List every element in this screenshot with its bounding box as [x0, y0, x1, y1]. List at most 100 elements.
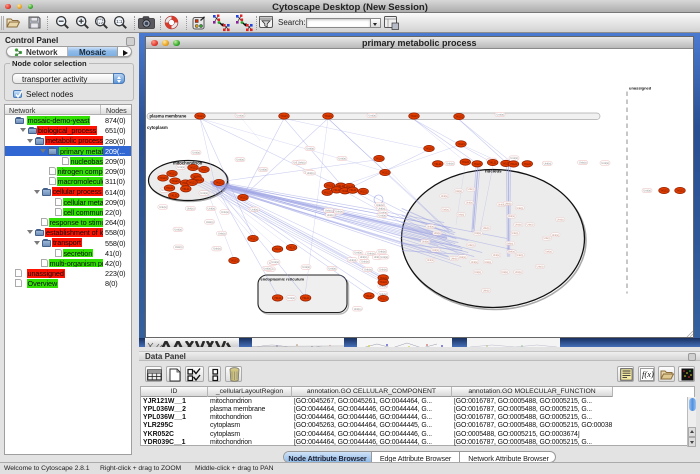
svg-text:YKL21: YKL21: [325, 115, 333, 118]
svg-text:Unk(s): Unk(s): [302, 265, 310, 269]
svg-text:Unk(s): Unk(s): [378, 206, 386, 210]
svg-text:YKL21: YKL21: [458, 142, 466, 145]
svg-text:Unk(s): Unk(s): [601, 161, 609, 165]
svg-text:Unk(s): Unk(s): [483, 228, 490, 230]
svg-text:YKL21: YKL21: [510, 163, 518, 166]
svg-text:Unk(s): Unk(s): [451, 258, 458, 260]
svg-text:Unk(s): Unk(s): [325, 208, 333, 212]
svg-text:Unk(s): Unk(s): [471, 261, 478, 263]
svg-text:Unk(s): Unk(s): [379, 267, 387, 271]
svg-text:YKL21: YKL21: [169, 172, 177, 175]
svg-text:Unk(s): Unk(s): [474, 272, 481, 274]
svg-text:Unk(s): Unk(s): [427, 260, 434, 262]
svg-text:YKL21: YKL21: [170, 194, 178, 197]
svg-text:Unk(s): Unk(s): [505, 203, 512, 205]
svg-text:YKL21: YKL21: [240, 196, 248, 199]
svg-text:Unk(s): Unk(s): [545, 251, 552, 253]
svg-text:YKL21: YKL21: [360, 190, 368, 193]
svg-text:Unk(s): Unk(s): [208, 206, 216, 210]
svg-text:plasma membrane: plasma membrane: [150, 113, 187, 118]
svg-text:Unk(s): Unk(s): [378, 213, 386, 217]
svg-text:Unk(s): Unk(s): [271, 260, 279, 264]
svg-text:YKL21: YKL21: [324, 191, 332, 194]
svg-text:Unk(s): Unk(s): [501, 272, 508, 274]
svg-text:YKL21: YKL21: [160, 177, 168, 180]
svg-text:YKL21: YKL21: [380, 297, 388, 300]
svg-text:f(x): f(x): [642, 369, 654, 379]
svg-text:YKL21: YKL21: [281, 115, 289, 118]
svg-text:YKL21: YKL21: [288, 246, 296, 249]
svg-text:Unk(s): Unk(s): [446, 161, 454, 165]
svg-text:Unk(s): Unk(s): [287, 296, 295, 300]
svg-text:YKL21: YKL21: [677, 189, 685, 192]
svg-text:Unk(s): Unk(s): [328, 266, 336, 270]
svg-text:Unk(s): Unk(s): [515, 224, 522, 226]
svg-text:Unk(s): Unk(s): [544, 161, 552, 165]
svg-text:Unk(s): Unk(s): [236, 157, 244, 161]
svg-text:Unk(s): Unk(s): [484, 261, 491, 263]
svg-text:Unk(s): Unk(s): [557, 219, 564, 221]
svg-text:Unk(s): Unk(s): [221, 210, 229, 214]
svg-text:Unk(s): Unk(s): [338, 156, 346, 160]
svg-text:1:1: 1:1: [116, 19, 123, 24]
svg-text:Unk(s): Unk(s): [441, 196, 448, 198]
svg-text:cytoplasm: cytoplasm: [147, 125, 168, 130]
svg-text:nucleus: nucleus: [485, 168, 502, 173]
svg-text:Unk(s): Unk(s): [552, 234, 559, 236]
svg-text:Unk(s): Unk(s): [174, 227, 182, 231]
svg-text:YKL21: YKL21: [231, 259, 239, 262]
svg-text:Unk(s): Unk(s): [468, 189, 475, 191]
svg-text:Unk(s): Unk(s): [434, 233, 441, 235]
svg-text:Unk(s): Unk(s): [361, 259, 369, 263]
svg-text:Unk(s): Unk(s): [368, 113, 376, 117]
svg-text:Unk(s): Unk(s): [493, 255, 500, 257]
svg-text:YKL21: YKL21: [365, 294, 373, 297]
svg-text:Unk(s): Unk(s): [422, 241, 429, 243]
svg-text:Unk(s): Unk(s): [510, 156, 518, 160]
svg-text:Unk(s): Unk(s): [517, 207, 524, 209]
svg-text:YKL21: YKL21: [326, 184, 334, 187]
svg-text:Unk(s): Unk(s): [579, 160, 587, 164]
svg-text:YKL21: YKL21: [376, 157, 384, 160]
svg-text:YKL21: YKL21: [197, 115, 205, 118]
svg-text:Unk(s): Unk(s): [468, 245, 475, 247]
svg-text:YKL21: YKL21: [172, 180, 180, 183]
svg-text:Unk(s): Unk(s): [192, 150, 200, 154]
svg-text:Unk(s): Unk(s): [349, 257, 357, 261]
svg-text:Unk(s): Unk(s): [175, 245, 183, 249]
svg-text:YKL21: YKL21: [426, 147, 434, 150]
svg-text:YKL21: YKL21: [274, 296, 282, 299]
svg-text:Unk(s): Unk(s): [360, 255, 368, 259]
svg-text:Unk(s): Unk(s): [527, 224, 534, 226]
svg-text:Unk(s): Unk(s): [259, 167, 267, 171]
svg-text:Unk(s): Unk(s): [307, 170, 315, 174]
svg-text:Unk(s): Unk(s): [506, 243, 513, 245]
svg-text:Unk(s): Unk(s): [327, 212, 335, 216]
svg-text:YKL21: YKL21: [661, 189, 669, 192]
svg-text:unassigned: unassigned: [629, 85, 652, 90]
svg-text:YKL21: YKL21: [524, 162, 532, 165]
svg-text:Unk(s): Unk(s): [442, 209, 449, 211]
svg-text:YKL21: YKL21: [250, 237, 258, 240]
svg-text:Unk(s): Unk(s): [537, 266, 544, 268]
svg-text:YKL21: YKL21: [462, 161, 470, 164]
svg-text:Unk(s): Unk(s): [466, 202, 473, 204]
svg-text:YKL21: YKL21: [380, 281, 388, 284]
svg-text:YKL21: YKL21: [349, 189, 357, 192]
svg-text:YKL21: YKL21: [166, 187, 174, 190]
svg-text:Unk(s): Unk(s): [378, 249, 386, 253]
svg-text:YKL21: YKL21: [382, 171, 390, 174]
svg-text:YKL21: YKL21: [489, 161, 497, 164]
svg-text:Unk(s): Unk(s): [432, 250, 439, 252]
svg-text:YKL21: YKL21: [189, 181, 197, 184]
svg-text:Unk(s): Unk(s): [508, 251, 515, 253]
svg-text:Unk(s): Unk(s): [380, 254, 388, 258]
svg-text:Unk(s): Unk(s): [159, 205, 167, 209]
svg-text:Unk(s): Unk(s): [512, 233, 519, 235]
svg-text:YKL21: YKL21: [434, 162, 442, 165]
svg-text:Unk(s): Unk(s): [218, 231, 226, 235]
svg-text:YKL21: YKL21: [216, 181, 224, 184]
svg-text:Unk(s): Unk(s): [457, 214, 464, 216]
svg-text:Unk(s): Unk(s): [474, 233, 481, 235]
svg-text:Unk(s): Unk(s): [335, 209, 343, 213]
